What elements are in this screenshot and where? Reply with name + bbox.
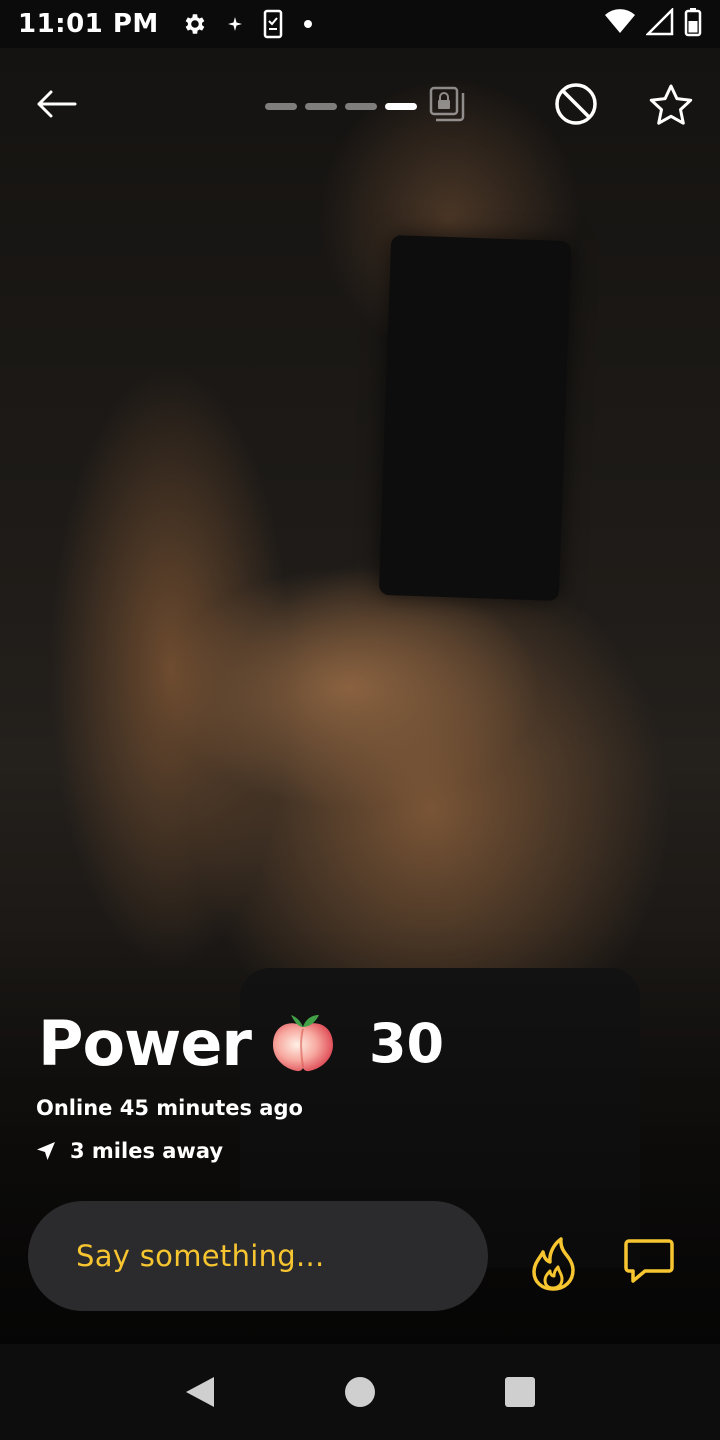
favorite-button[interactable] bbox=[646, 80, 696, 130]
status-bar: 11:01 PM bbox=[0, 0, 720, 48]
cell-signal-icon bbox=[644, 6, 674, 40]
nav-home-icon bbox=[345, 1377, 375, 1407]
profile-name: Power bbox=[38, 1006, 252, 1080]
block-button[interactable] bbox=[552, 80, 600, 128]
chat-bubble-icon bbox=[624, 1239, 674, 1283]
photo-phone-shape bbox=[378, 234, 572, 602]
pager-dot[interactable] bbox=[265, 102, 297, 110]
pager-dot-active[interactable] bbox=[385, 102, 417, 110]
profile-header: Power 30 bbox=[38, 1005, 444, 1081]
peach-emoji-icon bbox=[267, 1005, 339, 1081]
pager-dot[interactable] bbox=[345, 102, 377, 110]
nav-home-button[interactable] bbox=[330, 1362, 390, 1422]
phone-task-icon bbox=[263, 9, 283, 39]
settings-icon bbox=[181, 11, 207, 37]
chat-button[interactable] bbox=[620, 1232, 678, 1290]
sparkle-icon bbox=[227, 16, 243, 32]
locked-album-icon[interactable] bbox=[429, 86, 465, 126]
distance-text: 3 miles away bbox=[70, 1139, 224, 1163]
location-arrow-icon bbox=[37, 1142, 55, 1160]
wifi-icon bbox=[604, 9, 636, 39]
dot-icon bbox=[303, 19, 313, 29]
system-nav-bar bbox=[0, 1344, 720, 1440]
nav-recents-button[interactable] bbox=[490, 1362, 550, 1422]
flame-icon bbox=[532, 1237, 575, 1291]
block-icon bbox=[555, 83, 597, 125]
nav-back-button[interactable] bbox=[170, 1362, 230, 1422]
pager-dot[interactable] bbox=[305, 102, 337, 110]
message-placeholder: Say something... bbox=[76, 1239, 325, 1273]
tap-button[interactable] bbox=[526, 1234, 580, 1294]
photo-pager bbox=[265, 86, 465, 126]
distance-row: 3 miles away bbox=[36, 1139, 223, 1163]
online-status: Online 45 minutes ago bbox=[36, 1096, 303, 1120]
profile-age: 30 bbox=[368, 1011, 445, 1075]
battery-icon bbox=[684, 7, 702, 41]
arrow-left-icon bbox=[37, 90, 77, 118]
message-input[interactable]: Say something... bbox=[28, 1201, 488, 1311]
status-time: 11:01 PM bbox=[18, 9, 159, 39]
nav-back-icon bbox=[186, 1377, 214, 1407]
nav-recents-icon bbox=[505, 1377, 535, 1407]
star-outline-icon bbox=[649, 84, 693, 125]
back-button[interactable] bbox=[30, 78, 82, 130]
